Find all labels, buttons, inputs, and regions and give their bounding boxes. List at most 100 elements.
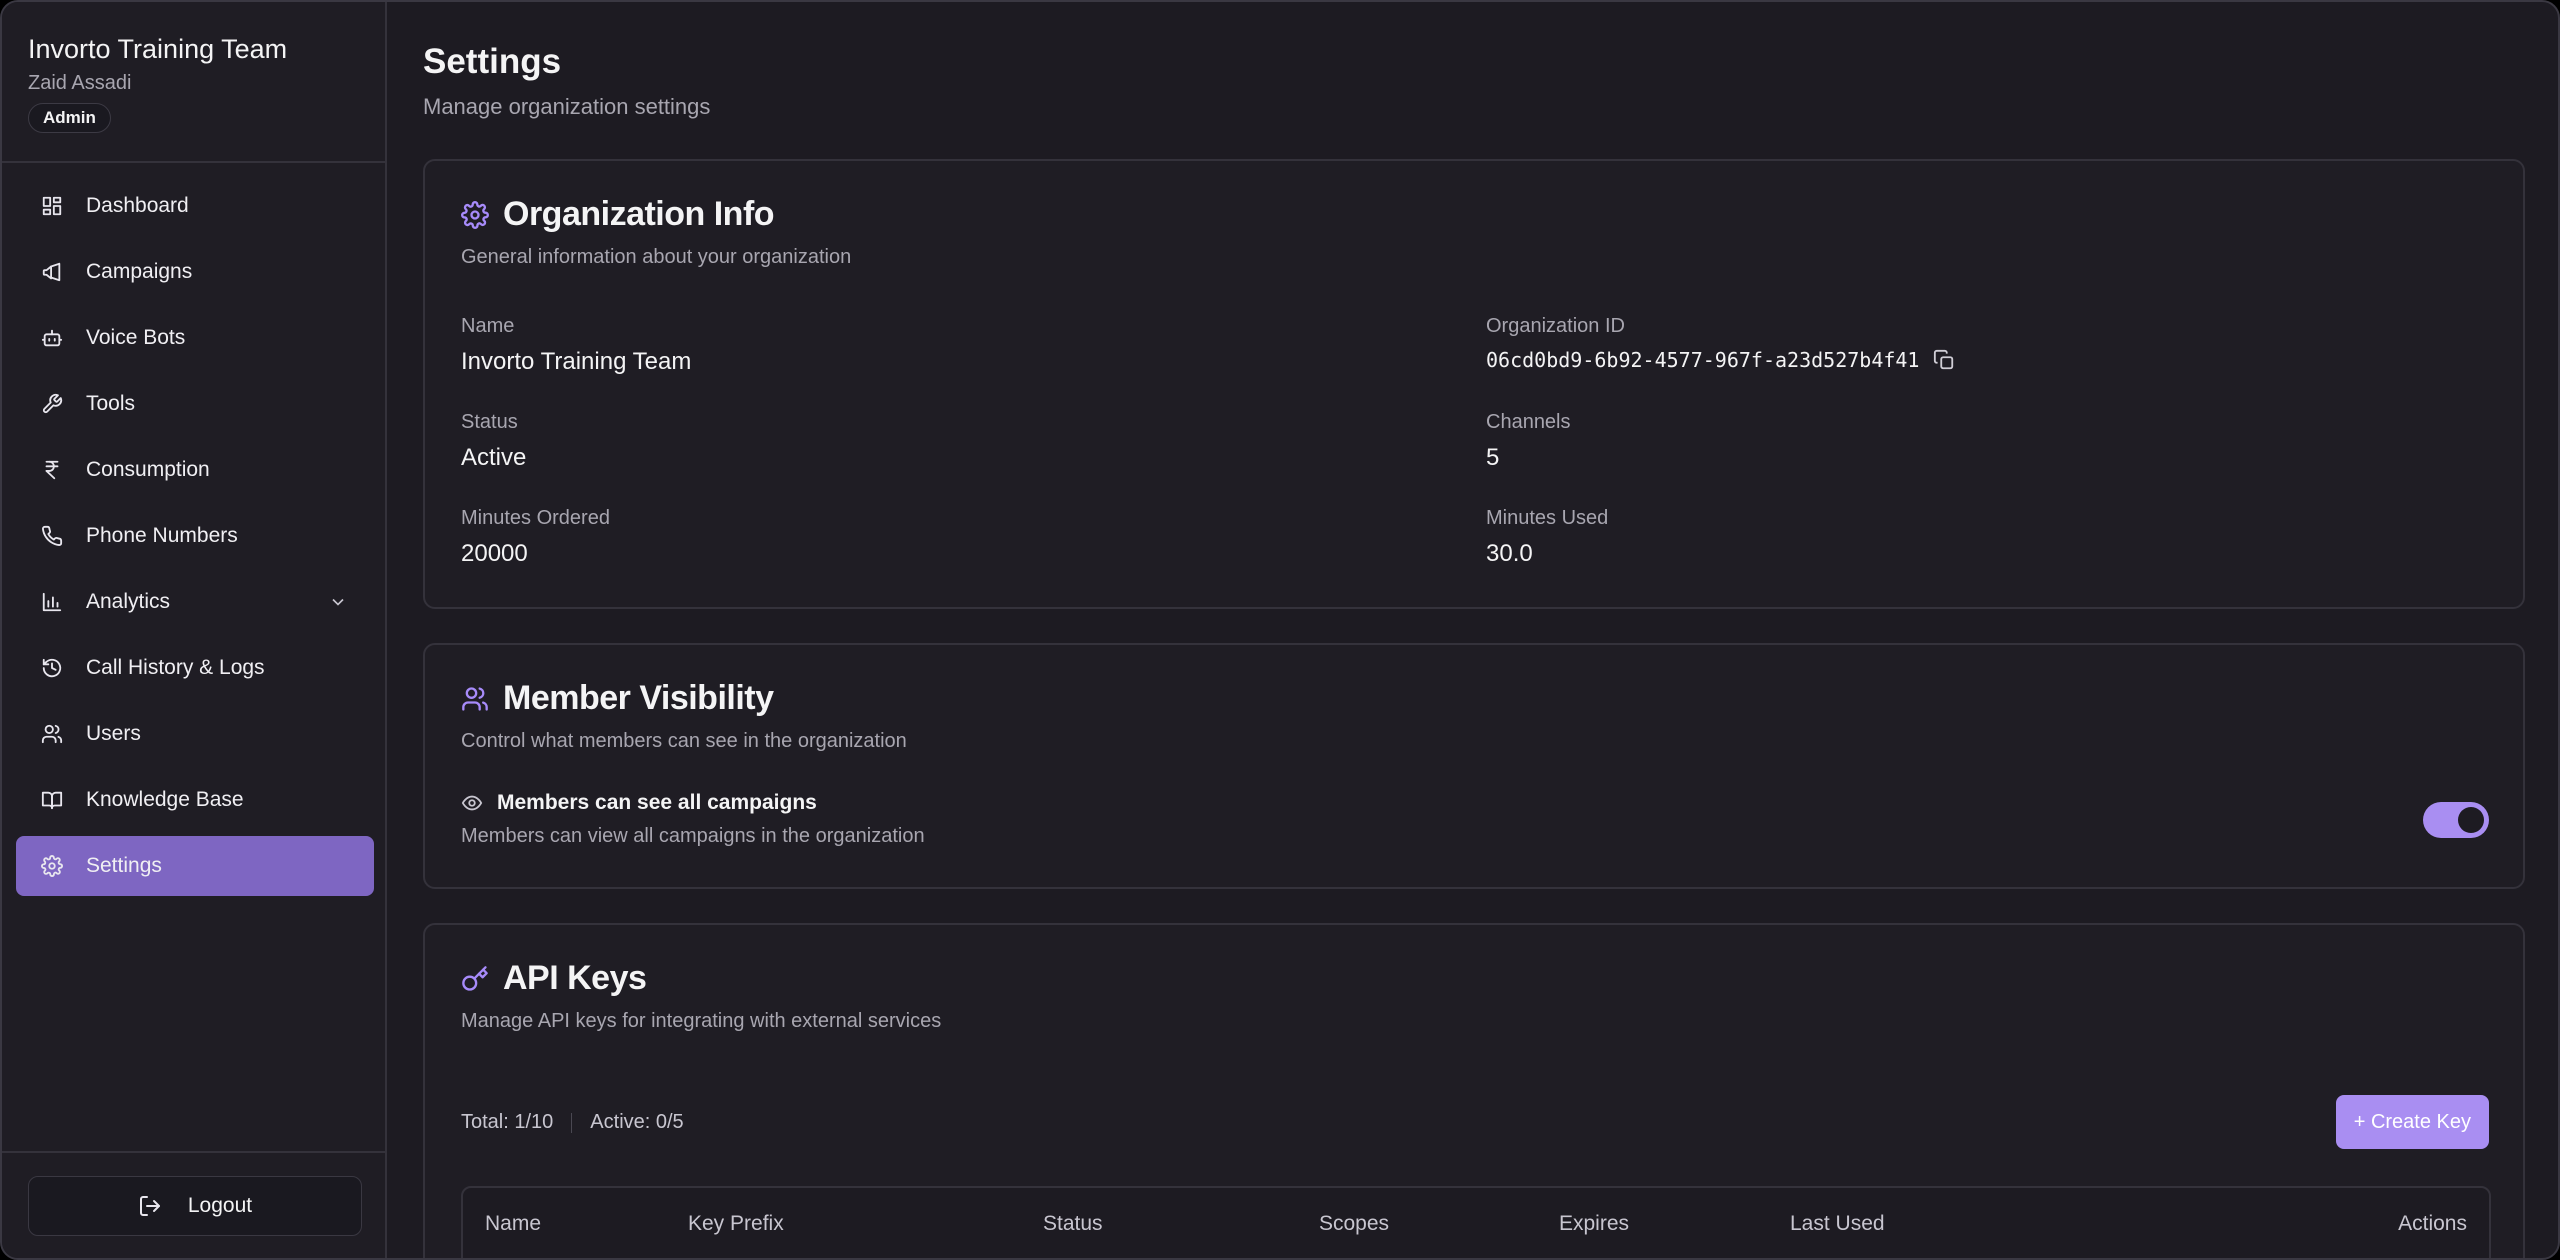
sidebar-item-label: Tools [86,392,136,415]
bar-chart-icon [40,590,64,614]
channels-field: Channels 5 [1486,411,1571,472]
column-header-expires[interactable]: Expires [1559,1212,1629,1236]
field-value: 20000 [461,540,528,567]
key-icon [462,965,488,991]
sidebar-item-label: Settings [86,854,162,877]
create-key-button[interactable]: + Create Key [2335,1095,2489,1149]
app-window: Invorto Training Team Zaid Assadi Admin … [0,0,2560,1260]
card-title: Organization Info [503,195,775,233]
card-header: Organization Info [461,195,775,234]
sidebar-item-label: Dashboard [86,194,189,217]
org-info-card: Organization Info General information ab… [423,159,2525,609]
column-header-scopes[interactable]: Scopes [1319,1212,1389,1236]
field-value: 30.0 [1486,540,1533,567]
gear-icon [461,200,489,229]
column-header-key-prefix[interactable]: Key Prefix [688,1212,784,1236]
column-header-last-used[interactable]: Last Used [1790,1212,1885,1236]
eye-icon [461,795,483,811]
main-content: Settings Manage organization settings Or… [389,2,2558,1258]
logout-label: Logout [187,1194,253,1217]
minutes-ordered-field: Minutes Ordered 20000 [461,507,610,568]
field-label: Minutes Ordered [461,507,610,529]
sidebar-item-label: Consumption [86,458,210,481]
copy-icon[interactable] [1933,349,1955,371]
sidebar-item-users[interactable]: Users [16,704,374,764]
history-icon [40,656,64,680]
field-label: Name [461,315,515,337]
sidebar-item-tools[interactable]: Tools [16,374,374,434]
org-name-field: Name Invorto Training Team [461,315,691,376]
field-label: Minutes Used [1486,507,1609,529]
column-header-actions[interactable]: Actions [2398,1212,2467,1236]
sidebar: Invorto Training Team Zaid Assadi Admin … [2,2,387,1258]
setting-description: Members can view all campaigns in the or… [461,825,925,847]
sidebar-item-campaigns[interactable]: Campaigns [16,242,374,302]
sidebar-item-analytics[interactable]: Analytics [16,572,374,632]
member-visibility-card: Member Visibility Control what members c… [423,643,2525,889]
sidebar-divider [2,161,385,163]
stats-divider [571,1112,573,1133]
card-description: General information about your organizat… [461,246,852,268]
megaphone-icon [40,260,64,284]
bot-icon [40,326,64,350]
org-header: Invorto Training Team Zaid Assadi Admin [28,32,287,133]
field-value: Active [461,444,527,471]
sidebar-item-label: Voice Bots [86,326,186,349]
rupee-icon [40,458,64,482]
field-label: Organization ID [1486,315,1625,337]
field-label: Status [461,411,518,433]
sidebar-nav: Dashboard Campaigns Voice Bots Tools Con… [16,176,374,902]
column-header-name[interactable]: Name [485,1212,541,1236]
sidebar-item-label: Phone Numbers [86,524,238,547]
setting-title: Members can see all campaigns [497,791,817,814]
org-name: Invorto Training Team [28,34,288,64]
sidebar-item-consumption[interactable]: Consumption [16,440,374,500]
role-badge: Admin [28,103,111,133]
api-keys-card: API Keys Manage API keys for integrating… [423,923,2525,1258]
org-id-field: Organization ID 06cd0bd9-6b92-4577-967f-… [1486,315,1955,372]
users-icon [40,722,64,746]
card-header: Member Visibility [461,679,774,718]
sidebar-item-label: Knowledge Base [86,788,244,811]
wrench-icon [40,392,64,416]
minutes-used-field: Minutes Used 30.0 [1486,507,1608,568]
api-keys-table: Name Key Prefix Status Scopes Expires La… [461,1186,2491,1258]
sidebar-item-label: Analytics [86,590,171,613]
total-count: Total: 1/10 [461,1111,554,1133]
chevron-down-icon[interactable] [328,592,348,612]
sidebar-item-call-history[interactable]: Call History & Logs [16,638,374,698]
sidebar-divider [2,1151,385,1153]
gear-icon [40,854,64,878]
sidebar-item-voice-bots[interactable]: Voice Bots [16,308,374,368]
org-id-value: 06cd0bd9-6b92-4577-967f-a23d527b4f41 [1486,348,1955,372]
user-name: Zaid Assadi [28,72,132,94]
org-id-text: 06cd0bd9-6b92-4577-967f-a23d527b4f41 [1486,348,1920,372]
sidebar-item-label: Call History & Logs [86,656,265,679]
sidebar-item-settings[interactable]: Settings [16,836,374,896]
status-field: Status Active [461,411,526,472]
sidebar-item-knowledge-base[interactable]: Knowledge Base [16,770,374,830]
field-label: Channels [1486,411,1571,433]
column-header-status[interactable]: Status [1043,1212,1103,1236]
card-description: Control what members can see in the orga… [461,730,907,752]
page-subtitle: Manage organization settings [423,94,711,119]
book-icon [40,788,64,812]
card-header: API Keys [461,959,647,998]
logout-button[interactable]: Logout [28,1176,362,1236]
dashboard-icon [40,194,64,218]
campaign-visibility-toggle[interactable] [2423,802,2489,838]
sidebar-item-phone-numbers[interactable]: Phone Numbers [16,506,374,566]
users-icon [462,686,488,711]
active-count: Active: 0/5 [590,1111,684,1133]
card-title: Member Visibility [503,679,774,717]
sidebar-item-dashboard[interactable]: Dashboard [16,176,374,236]
page-title: Settings [423,42,562,81]
sidebar-item-label: Campaigns [86,260,193,283]
field-value: 5 [1486,444,1500,471]
sidebar-item-label: Users [86,722,141,745]
field-value: Invorto Training Team [461,348,692,375]
card-description: Manage API keys for integrating with ext… [461,1010,942,1032]
api-key-stats: Total: 1/10 Active: 0/5 [461,1111,684,1134]
phone-icon [40,524,64,548]
card-title: API Keys [503,959,647,997]
